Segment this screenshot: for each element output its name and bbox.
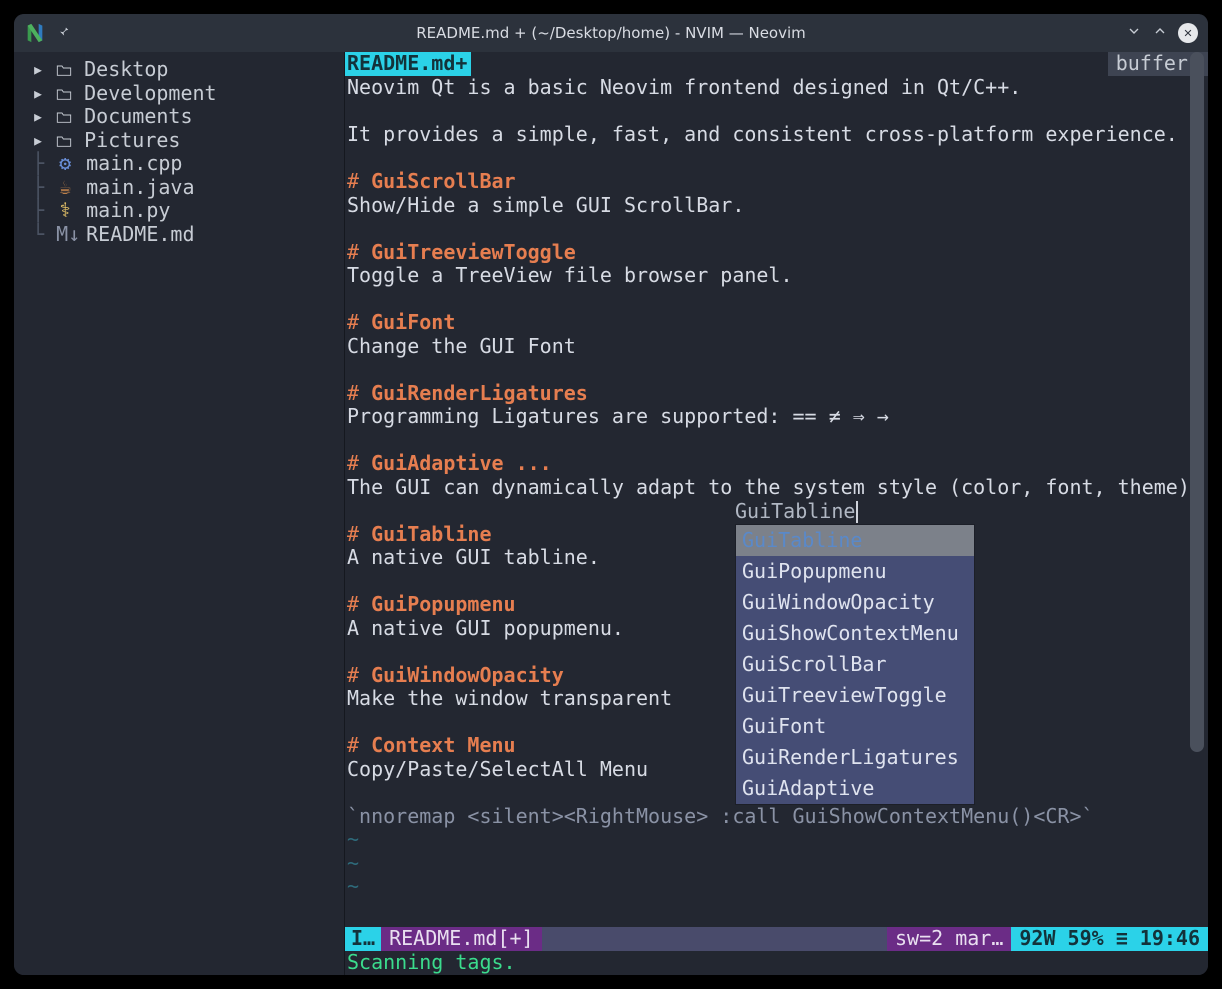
pin-icon[interactable] <box>56 24 70 42</box>
folder-icon <box>56 105 72 129</box>
file-tree[interactable]: ▸ Desktop▸ Development▸ Documents▸ Pictu… <box>14 52 344 975</box>
completion-typed-text: GuiTabline <box>735 500 855 524</box>
tree-folder[interactable]: ▸ Development <box>14 82 344 106</box>
filetype-icon: ☕ <box>56 176 74 200</box>
editor-line: ~ <box>347 875 1206 899</box>
command-line-text: Scanning tags. <box>347 951 516 975</box>
editor-line <box>347 147 1206 171</box>
status-mode: I… <box>345 927 381 951</box>
editor-line: # GuiTreeviewToggle <box>347 241 1206 265</box>
filetype-icon: ⚙ <box>56 152 74 176</box>
editor-line: # GuiFont <box>347 311 1206 335</box>
completion-item[interactable]: GuiPopupmenu <box>736 556 974 587</box>
tabline: README.md+ buffers <box>345 52 1208 76</box>
tree-item-label: README.md <box>74 223 194 247</box>
editor-line: # GuiRenderLigatures <box>347 382 1206 406</box>
tree-item-label: Pictures <box>72 129 180 153</box>
folder-icon <box>56 82 72 106</box>
tab-active[interactable]: README.md+ <box>345 52 471 76</box>
tree-folder[interactable]: ▸ Documents <box>14 105 344 129</box>
tree-item-label: main.py <box>74 199 170 223</box>
close-button[interactable] <box>1178 23 1198 43</box>
editor-line: Change the GUI Font <box>347 335 1206 359</box>
editor-line <box>347 358 1206 382</box>
window-title: README.md + (~/Desktop/home) - NVIM — Ne… <box>14 24 1208 42</box>
editor-line <box>347 100 1206 124</box>
tree-file[interactable]: ├ ☕ main.java <box>14 176 344 200</box>
chevron-right-icon: ▸ <box>32 58 56 82</box>
scrollbar-thumb[interactable] <box>1190 52 1204 752</box>
status-position: 92W 59% ≡ 19:46 <box>1011 927 1208 951</box>
completion-item[interactable]: GuiAdaptive <box>736 773 974 804</box>
content-area: ▸ Desktop▸ Development▸ Documents▸ Pictu… <box>14 52 1208 975</box>
filetype-icon: ⚕ <box>56 199 74 223</box>
neovim-logo-icon <box>24 22 46 44</box>
chevron-right-icon: ▸ <box>32 82 56 106</box>
editor-line: Neovim Qt is a basic Neovim frontend des… <box>347 76 1206 100</box>
tree-folder[interactable]: ▸ Pictures <box>14 129 344 153</box>
command-line: Scanning tags. <box>345 951 1208 975</box>
completion-item[interactable]: GuiTabline <box>736 525 974 556</box>
status-file: README.md[+] <box>381 927 542 951</box>
editor-pane[interactable]: README.md+ buffers Neovim Qt is a basic … <box>345 52 1208 975</box>
app-window: README.md + (~/Desktop/home) - NVIM — Ne… <box>14 14 1208 975</box>
completion-item[interactable]: GuiScrollBar <box>736 649 974 680</box>
editor-line: # GuiAdaptive ... <box>347 452 1206 476</box>
tree-item-label: main.cpp <box>74 152 182 176</box>
maximize-button[interactable] <box>1152 23 1168 43</box>
scrollbar-track[interactable] <box>1190 52 1204 961</box>
tree-item-label: Desktop <box>72 58 168 82</box>
folder-icon <box>56 58 72 82</box>
chevron-right-icon: ▸ <box>32 105 56 129</box>
tree-file[interactable]: ├ ⚙ main.cpp <box>14 152 344 176</box>
tree-guide-icon: └ <box>32 223 56 247</box>
editor-line: # GuiScrollBar <box>347 170 1206 194</box>
editor-line: It provides a simple, fast, and consiste… <box>347 123 1206 147</box>
editor-line: Toggle a TreeView file browser panel. <box>347 264 1206 288</box>
editor-line: Programming Ligatures are supported: == … <box>347 405 1206 429</box>
editor-line <box>347 429 1206 453</box>
status-settings: sw=2 mar… <box>887 927 1011 951</box>
editor-line: ~ <box>347 828 1206 852</box>
filetype-icon: M↓ <box>56 223 74 247</box>
titlebar: README.md + (~/Desktop/home) - NVIM — Ne… <box>14 14 1208 52</box>
chevron-right-icon: ▸ <box>32 129 56 153</box>
completion-item[interactable]: GuiShowContextMenu <box>736 618 974 649</box>
completion-item[interactable]: GuiRenderLigatures <box>736 742 974 773</box>
tree-guide-icon: ├ <box>32 199 56 223</box>
tree-guide-icon: ├ <box>32 152 56 176</box>
editor-line <box>347 288 1206 312</box>
editor-line: The GUI can dynamically adapt to the sys… <box>347 476 1206 500</box>
editor-line: Show/Hide a simple GUI ScrollBar. <box>347 194 1206 218</box>
folder-icon <box>56 129 72 153</box>
editor-line <box>347 217 1206 241</box>
completion-item[interactable]: GuiWindowOpacity <box>736 587 974 618</box>
tree-guide-icon: ├ <box>32 176 56 200</box>
tree-file[interactable]: └ M↓ README.md <box>14 223 344 247</box>
completion-popup[interactable]: GuiTablineGuiPopupmenuGuiWindowOpacityGu… <box>735 524 975 805</box>
tree-folder[interactable]: ▸ Desktop <box>14 58 344 82</box>
tree-file[interactable]: ├ ⚕ main.py <box>14 199 344 223</box>
completion-item[interactable]: GuiFont <box>736 711 974 742</box>
completion-item[interactable]: GuiTreeviewToggle <box>736 680 974 711</box>
tree-item-label: main.java <box>74 176 194 200</box>
editor-line: ~ <box>347 852 1206 876</box>
status-line: I… README.md[+] sw=2 mar… 92W 59% ≡ 19:4… <box>345 927 1208 951</box>
tree-item-label: Development <box>72 82 217 106</box>
minimize-button[interactable] <box>1126 23 1142 43</box>
completion-typed: GuiTabline <box>735 500 858 524</box>
cursor-icon <box>856 501 858 523</box>
tree-item-label: Documents <box>72 105 192 129</box>
editor-line: `nnoremap <silent><RightMouse> :call Gui… <box>347 805 1206 829</box>
